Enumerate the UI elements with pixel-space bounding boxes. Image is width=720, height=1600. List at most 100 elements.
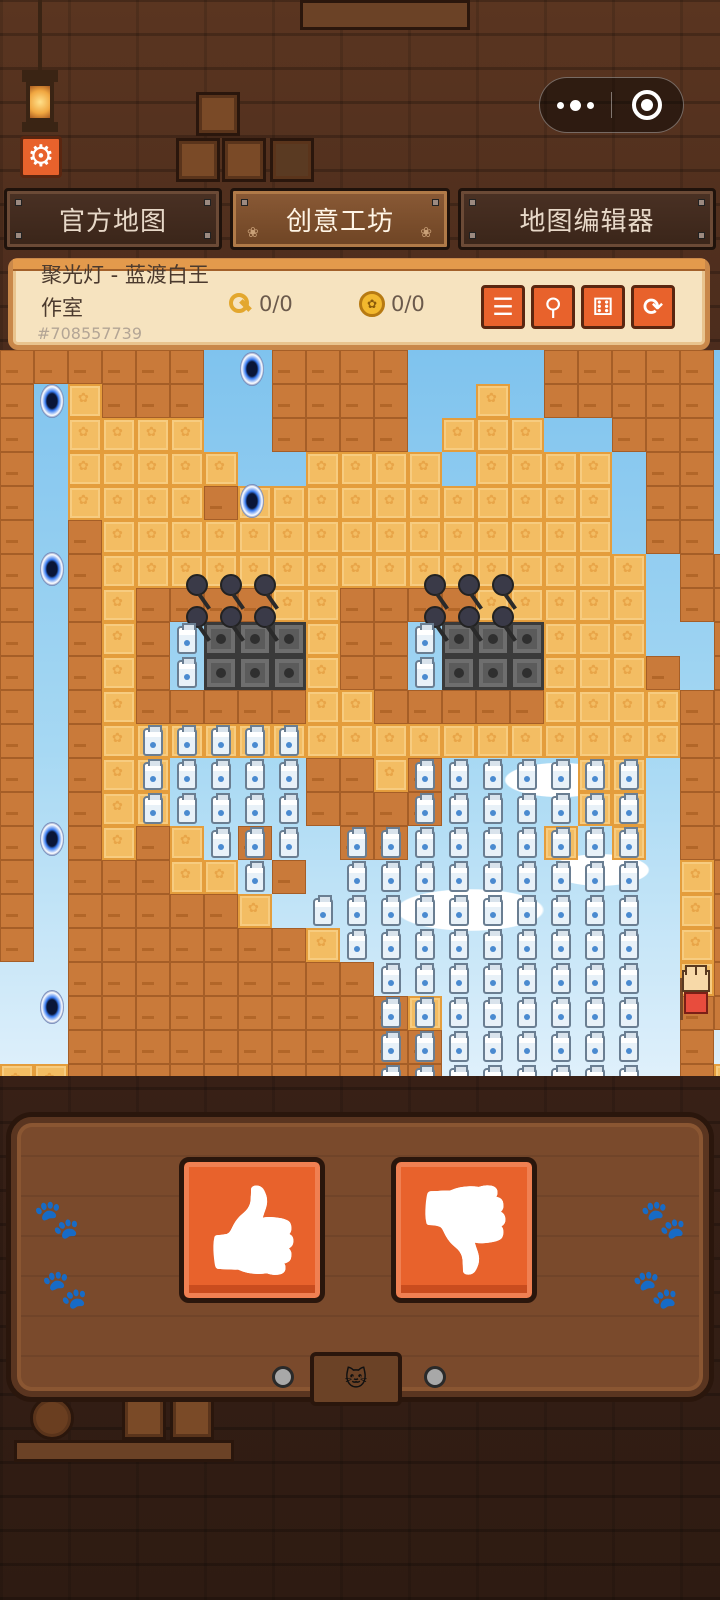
dirt-block [204, 996, 238, 1030]
dirt-block [136, 826, 170, 860]
sand-block [578, 690, 612, 724]
dirt-block [340, 656, 374, 690]
sand-block [408, 724, 442, 758]
dirt-block [612, 350, 646, 384]
bomb-icon [424, 574, 446, 596]
milk-bottle-icon [211, 827, 231, 858]
dirt-block [306, 1064, 340, 1076]
dirt-block [510, 690, 544, 724]
dirt-block [306, 996, 340, 1030]
menu-icon: ☰ [492, 293, 514, 321]
dirt-block [442, 690, 476, 724]
sand-block [442, 486, 476, 520]
dirt-block [306, 418, 340, 452]
milk-bottle-icon [619, 861, 639, 892]
dirt-block [544, 350, 578, 384]
sand-block [544, 622, 578, 656]
milk-bottle-icon [415, 1031, 435, 1062]
milk-bottle-icon [483, 997, 503, 1028]
dirt-block [306, 350, 340, 384]
tab-label: 官方地图 [58, 206, 167, 237]
dirt-block [68, 928, 102, 962]
milk-bottle-icon [517, 827, 537, 858]
map-tabs: 官方地图 ❀ ❀ 创意工坊 地图编辑器 [0, 188, 720, 250]
sand-block [102, 826, 136, 860]
settings-button[interactable]: ⚙ [20, 136, 62, 178]
sand-block [340, 520, 374, 554]
dirt-block [646, 418, 680, 452]
dirt-block [340, 418, 374, 452]
dirt-block [340, 792, 374, 826]
milk-bottle-icon [381, 861, 401, 892]
portal-icon [40, 384, 64, 418]
dirt-block [272, 996, 306, 1030]
metal-crate [272, 656, 306, 690]
dirt-block [0, 928, 34, 962]
dirt-block [68, 520, 102, 554]
tab-map-editor[interactable]: 地图编辑器 [458, 188, 716, 250]
restart-button[interactable]: ⟳ [631, 285, 675, 329]
dirt-block [0, 418, 34, 452]
dirt-block [306, 1030, 340, 1064]
menu-button[interactable]: ☰ [481, 285, 525, 329]
dirt-block [136, 350, 170, 384]
dirt-block [680, 1030, 714, 1064]
dirt-block [68, 350, 102, 384]
dirt-block [204, 928, 238, 962]
cat-character [678, 965, 714, 1020]
paw-icon: 🐾 [41, 1267, 89, 1311]
sand-block [544, 656, 578, 690]
dirt-block [0, 554, 34, 588]
sand-block [68, 486, 102, 520]
milk-bottle-icon [415, 759, 435, 790]
dirt-block [136, 894, 170, 928]
sand-block [102, 724, 136, 758]
dirt-block [646, 520, 680, 554]
milk-bottle-icon [381, 929, 401, 960]
random-map-button[interactable]: ⚅ [581, 285, 625, 329]
milk-bottle-icon [551, 827, 571, 858]
sand-block [136, 554, 170, 588]
search-button[interactable]: ⚲ [531, 285, 575, 329]
milk-bottle-icon [619, 827, 639, 858]
dislike-button[interactable]: 👎 [391, 1157, 537, 1303]
milk-bottle-icon [551, 997, 571, 1028]
dirt-block [238, 962, 272, 996]
dirt-block [272, 350, 306, 384]
sand-block [646, 690, 680, 724]
dirt-block [68, 860, 102, 894]
dirt-block [680, 554, 714, 588]
milk-bottle-icon [415, 657, 435, 688]
milk-bottle-icon [245, 725, 265, 756]
dice-icon: ⚅ [592, 293, 614, 321]
more-options-button[interactable] [540, 78, 611, 132]
coin-counter: ✿ 0/0 [359, 291, 425, 317]
dirt-block [204, 486, 238, 520]
tab-official-maps[interactable]: 官方地图 [4, 188, 222, 250]
milk-bottle-icon [245, 827, 265, 858]
sand-block [680, 860, 714, 894]
sand-block [612, 656, 646, 690]
sand-block [272, 486, 306, 520]
milk-bottle-icon [517, 895, 537, 926]
sand-block [136, 418, 170, 452]
sand-block [238, 894, 272, 928]
milk-bottle-icon [347, 895, 367, 926]
sand-block [578, 622, 612, 656]
bomb-icon [458, 574, 480, 596]
dirt-block [306, 384, 340, 418]
dirt-block [680, 1064, 714, 1076]
tab-label: 创意工坊 [285, 206, 394, 237]
bolt-decoration [272, 1366, 294, 1388]
tab-creative-workshop[interactable]: ❀ ❀ 创意工坊 [230, 188, 450, 250]
sand-block [374, 452, 408, 486]
game-board[interactable] [0, 350, 720, 1076]
milk-bottle-icon [279, 793, 299, 824]
exit-button[interactable] [612, 78, 683, 132]
map-id: #708557739 [37, 324, 143, 343]
sand-block [442, 520, 476, 554]
milk-bottle-icon [245, 861, 265, 892]
sand-block [510, 520, 544, 554]
milk-bottle-icon [177, 793, 197, 824]
like-button[interactable]: 👍 [179, 1157, 325, 1303]
